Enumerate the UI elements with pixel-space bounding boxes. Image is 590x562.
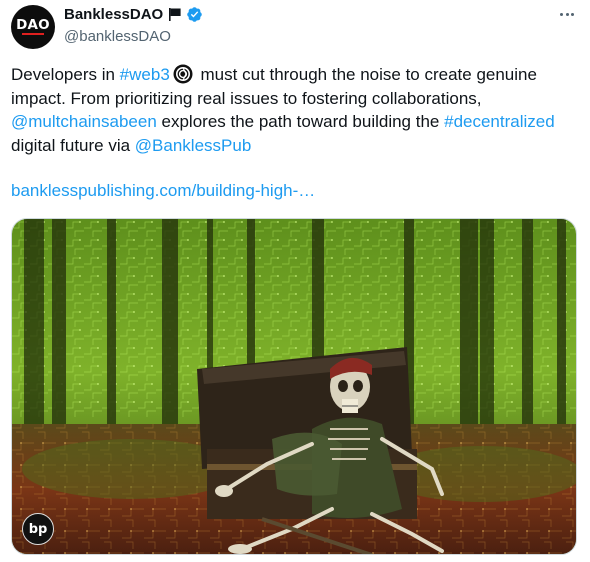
text-span: Developers in <box>11 65 120 84</box>
article-link[interactable]: banklesspublishing.com/building-high-… <box>11 181 315 201</box>
tweet-line-2: impact. From prioritizing real issues to… <box>11 88 482 108</box>
more-options-button[interactable] <box>556 6 578 22</box>
mention-multchainsabeen[interactable]: @multchainsabeen <box>11 112 157 131</box>
display-name[interactable]: BanklessDAO <box>64 6 163 23</box>
more-dot <box>570 12 574 16</box>
hashtag-web3[interactable]: #web3 <box>120 65 170 84</box>
bankless-publishing-badge: bp <box>22 513 54 545</box>
more-dot <box>565 12 569 16</box>
tweet-card[interactable]: DAO BanklessDAO @banklessDAO Developers … <box>0 0 590 562</box>
avatar[interactable]: DAO <box>11 5 55 49</box>
tweet-line-4: digital future via @BanklessPub <box>11 134 583 158</box>
text-span: explores the path toward building the <box>156 112 445 131</box>
tweet-line-1: Developers in #web3 must cut through the… <box>11 63 583 87</box>
tweet-line-3: @multchainsabeen explores the path towar… <box>11 110 583 134</box>
author-name-row: BanklessDAO <box>64 6 203 23</box>
tweet-media-image[interactable]: bp <box>11 218 577 555</box>
more-dot <box>560 12 564 16</box>
skeleton-pirate-treasure-image <box>12 219 576 554</box>
text-span: must cut through the noise to create gen… <box>195 65 537 84</box>
verified-badge-icon <box>186 6 203 23</box>
tweet-text: Developers in #web3 must cut through the… <box>11 63 583 157</box>
mention-banklesspub[interactable]: @BanklessPub <box>135 136 252 155</box>
web3-coin-icon <box>173 64 193 84</box>
text-span: digital future via <box>11 135 135 155</box>
flag-icon <box>168 7 182 22</box>
author-handle[interactable]: @banklessDAO <box>64 28 171 45</box>
avatar-logo-underline <box>22 33 44 35</box>
avatar-logo-text: DAO <box>16 17 50 33</box>
hashtag-decentralized[interactable]: #decentralized <box>444 112 555 131</box>
